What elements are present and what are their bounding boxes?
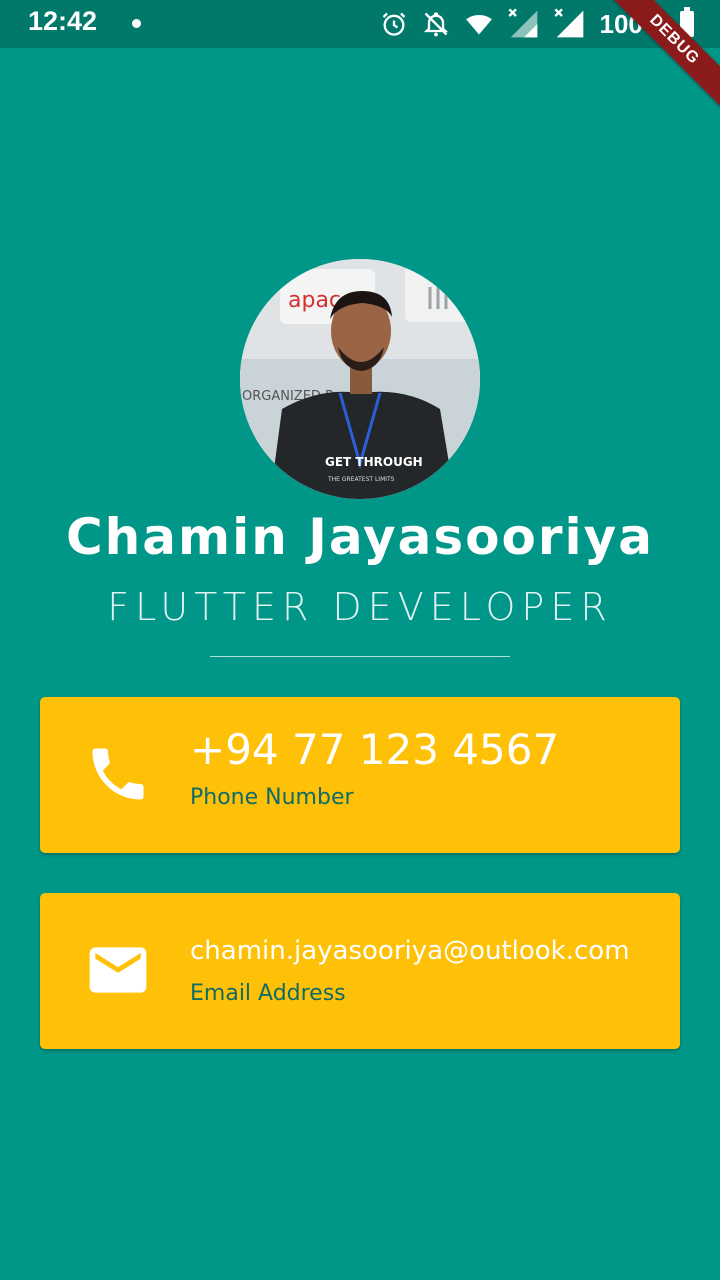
notification-dot-icon (132, 19, 141, 28)
profile-photo: apac ORGANIZED B GET THROUGH THE GREATES… (240, 259, 480, 499)
mail-icon (89, 947, 147, 993)
email-card[interactable]: chamin.jayasooriya@outlook.com Email Add… (40, 893, 680, 1049)
alarm-icon (382, 12, 405, 36)
avatar: apac ORGANIZED B GET THROUGH THE GREATES… (240, 259, 480, 499)
signal-icon (507, 8, 537, 38)
profile-name: Chamin Jayasooriya (65, 508, 654, 566)
photo-shirt-text: GET THROUGH (325, 455, 423, 469)
phone-number[interactable]: +94 77 123 4567 (190, 725, 559, 774)
divider (210, 656, 510, 657)
phone-card[interactable]: +94 77 123 4567 Phone Number (40, 697, 680, 853)
email-label: Email Address (190, 981, 346, 1006)
status-time: 12:42 (28, 6, 98, 36)
photo-shirt-subtext: THE GREATEST LIMITS (327, 476, 395, 483)
email-address[interactable]: chamin.jayasooriya@outlook.com (190, 936, 630, 966)
phone-icon (92, 748, 144, 800)
notifications-off-icon (423, 12, 448, 37)
status-bar: 12:42 100% (0, 0, 720, 48)
wifi-icon (465, 14, 492, 35)
signal-icon (553, 8, 583, 38)
phone-label: Phone Number (190, 785, 354, 810)
profile-title: FLUTTER DEVELOPER (107, 585, 613, 629)
